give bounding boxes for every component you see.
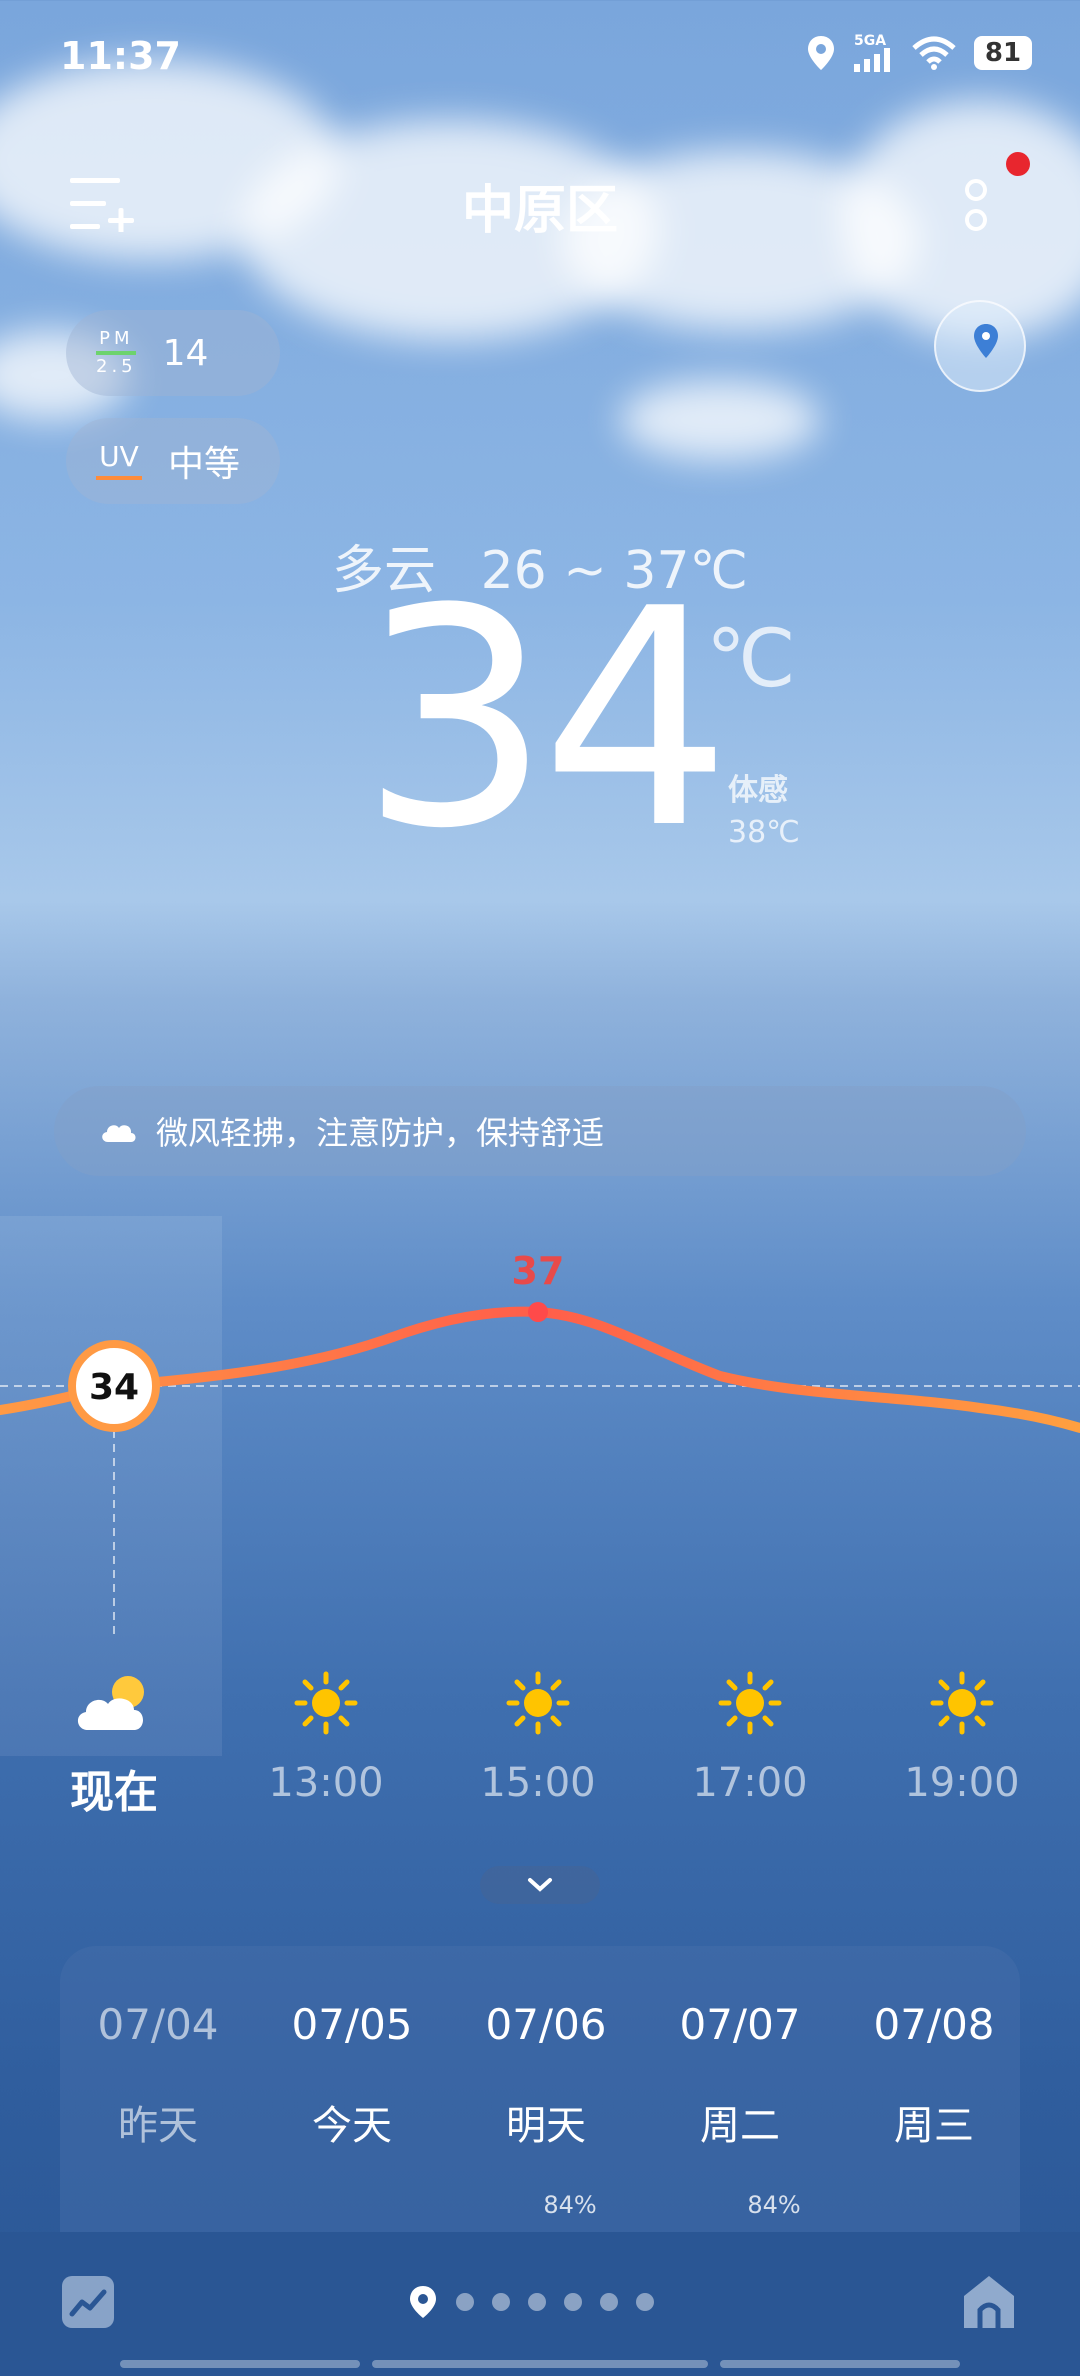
uv-icon: UV <box>96 442 142 480</box>
day-date: 07/07 <box>679 2000 801 2049</box>
signal-icon: 5GA <box>854 34 894 72</box>
hourly-item-now[interactable]: 现在 <box>24 1670 204 1820</box>
hourly-item[interactable]: 19:00 <box>872 1670 1052 1806</box>
day-date: 07/06 <box>485 2000 607 2049</box>
pm25-value: 14 <box>162 332 209 374</box>
current-location-page-icon <box>410 2286 436 2318</box>
daily-item[interactable]: 07/07 周二 84% <box>650 2000 830 2219</box>
precipitation-chance: 84% <box>747 2191 801 2219</box>
pm-label: PM <box>99 328 134 349</box>
page-dot[interactable] <box>528 2293 546 2311</box>
hourly-item[interactable]: 13:00 <box>236 1670 416 1806</box>
location-icon <box>808 36 834 70</box>
pm25-chip[interactable]: PM 2.5 14 <box>66 310 280 396</box>
status-icons: 5GA 81 <box>806 34 1032 72</box>
partly-cloudy-icon <box>77 1676 144 1730</box>
hourly-time: 19:00 <box>904 1760 1020 1806</box>
peak-marker <box>528 1302 548 1322</box>
uv-chip[interactable]: UV 中等 <box>66 418 280 504</box>
day-name: 昨天 <box>118 2103 198 2149</box>
chevron-down-icon <box>528 1878 552 1892</box>
gesture-bar <box>720 2360 960 2368</box>
daily-item[interactable]: 07/04 昨天 <box>68 2000 248 2151</box>
hourly-item[interactable]: 17:00 <box>660 1670 840 1806</box>
advisory-text: 微风轻拂，注意防护，保持舒适 <box>156 1114 605 1152</box>
day-name: 周二 <box>700 2103 780 2149</box>
cloud-decoration <box>620 380 820 460</box>
expand-hourly-button[interactable] <box>480 1866 600 1904</box>
cloud-icon <box>102 1125 136 1142</box>
status-time: 11:37 <box>60 34 181 78</box>
map-pin-icon <box>974 324 998 358</box>
day-date: 07/08 <box>873 2000 995 2049</box>
more-options-icon[interactable] <box>956 176 996 236</box>
sun-icon <box>930 1671 994 1735</box>
hourly-time: 15:00 <box>480 1760 596 1806</box>
hourly-item[interactable]: 15:00 <box>448 1670 628 1806</box>
trend-button[interactable] <box>62 2276 114 2328</box>
weather-advisory-banner[interactable]: 微风轻拂，注意防护，保持舒适 <box>54 1086 1026 1176</box>
hourly-time: 17:00 <box>692 1760 808 1806</box>
feels-like-label: 体感 <box>728 773 788 808</box>
day-name: 今天 <box>312 2103 392 2149</box>
feels-like-value: 38℃ <box>728 815 800 850</box>
hourly-temperature-chart: 37 34 <box>0 1249 1080 1640</box>
gesture-bar <box>120 2360 360 2368</box>
uv-value: 中等 <box>168 444 241 485</box>
feels-like: 体感 38℃ <box>728 770 800 854</box>
wifi-icon <box>912 36 956 70</box>
daily-item[interactable]: 07/05 今天 <box>262 2000 442 2151</box>
page-dot[interactable] <box>564 2293 582 2311</box>
day-name: 明天 <box>506 2103 586 2149</box>
current-temperature: 34 <box>360 545 732 894</box>
daily-item[interactable]: 07/08 周三 <box>844 2000 1024 2151</box>
page-dot[interactable] <box>456 2293 474 2311</box>
hourly-time: 现在 <box>70 1767 158 1818</box>
pm-size-label: 2.5 <box>96 356 137 377</box>
temperature-curve <box>0 1306 1080 1433</box>
map-button[interactable] <box>934 300 1026 392</box>
temperature-unit: ℃ <box>706 612 796 705</box>
page-dot[interactable] <box>600 2293 618 2311</box>
pm25-icon: PM 2.5 <box>96 330 137 376</box>
sun-icon <box>294 1671 358 1735</box>
trend-chart-icon <box>69 2289 107 2317</box>
now-temp-label: 34 <box>89 1367 139 1408</box>
peak-temp-label: 37 <box>512 1249 565 1293</box>
hourly-time: 13:00 <box>268 1760 384 1806</box>
precipitation-chance: 84% <box>543 2191 597 2219</box>
day-date: 07/04 <box>97 2000 219 2049</box>
home-widget-icon[interactable] <box>958 2270 1020 2332</box>
city-title[interactable]: 中原区 <box>0 168 1080 243</box>
day-name: 周三 <box>894 2103 974 2149</box>
notification-dot <box>1006 152 1030 176</box>
page-dot[interactable] <box>492 2293 510 2311</box>
uv-label: UV <box>99 440 139 473</box>
sun-icon <box>718 1671 782 1735</box>
daily-item[interactable]: 07/06 明天 84% <box>456 2000 636 2219</box>
network-type: 5GA <box>854 33 887 49</box>
day-date: 07/05 <box>291 2000 413 2049</box>
page-indicator[interactable] <box>408 2284 654 2320</box>
gesture-bar <box>372 2360 708 2368</box>
page-dot[interactable] <box>636 2293 654 2311</box>
battery-indicator: 81 <box>974 36 1032 70</box>
sun-icon <box>506 1671 570 1735</box>
